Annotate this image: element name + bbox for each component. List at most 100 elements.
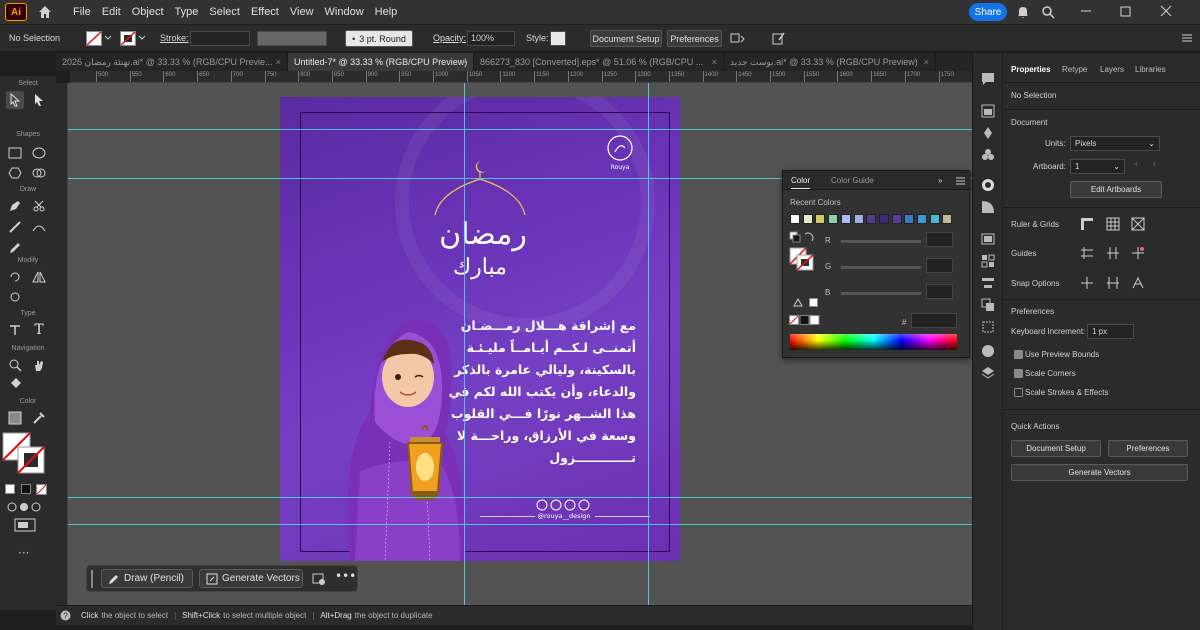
menu-select[interactable]: Select	[209, 6, 240, 18]
scissors-tool[interactable]	[30, 197, 48, 215]
transparency-icon[interactable]	[980, 253, 996, 269]
tab-document-1[interactable]: تهنئة رمضان 2026.ai* @ 33.33 % (RGB/CPU …	[56, 53, 288, 71]
menu-type[interactable]: Type	[175, 6, 199, 18]
out-of-gamut-icon[interactable]	[793, 298, 803, 307]
opacity-field[interactable]: 100%	[467, 31, 515, 46]
gradient-mode-swatch[interactable]	[21, 484, 31, 494]
hand-tool[interactable]	[30, 356, 48, 374]
fill-stroke-swatches[interactable]	[2, 432, 46, 474]
paintbrush-tool[interactable]	[6, 218, 24, 236]
zoom-tool[interactable]	[6, 356, 24, 374]
shape-builder-tool[interactable]	[30, 164, 48, 182]
preferences-button[interactable]: Preferences	[667, 30, 722, 47]
search-icon[interactable]	[1041, 5, 1055, 19]
rectangle-tool[interactable]	[6, 144, 24, 162]
chevron-down-icon[interactable]	[104, 35, 112, 41]
green-slider[interactable]	[841, 266, 921, 269]
rotate-tool[interactable]	[6, 268, 24, 286]
menu-help[interactable]: Help	[375, 6, 398, 18]
align-icon[interactable]	[980, 275, 996, 291]
none-black-white-swatches[interactable]	[789, 315, 821, 326]
blue-value-field[interactable]	[926, 284, 953, 299]
panel-menu-icon[interactable]	[956, 177, 965, 185]
quick-preferences-button[interactable]: Preferences	[1108, 440, 1188, 457]
pen-tool[interactable]	[6, 197, 24, 215]
puppet-icon[interactable]	[980, 125, 996, 141]
selection-tool[interactable]	[6, 91, 24, 109]
draw-pencil-button[interactable]: Draw (Pencil)	[101, 569, 193, 588]
stroke-label[interactable]: Stroke:	[160, 33, 189, 43]
recent-color-swatch[interactable]	[853, 214, 864, 224]
help-icon[interactable]: ?	[60, 610, 71, 621]
width-tool[interactable]	[6, 288, 24, 306]
blue-slider[interactable]	[841, 292, 921, 295]
minimize-icon[interactable]	[1078, 3, 1094, 19]
recent-color-swatch[interactable]	[891, 214, 902, 224]
type-tool[interactable]: T	[30, 321, 48, 339]
menu-object[interactable]: Object	[132, 6, 164, 18]
draw-mode-icons[interactable]	[6, 500, 42, 514]
recent-color-swatch[interactable]	[904, 214, 915, 224]
color-mode-swatch[interactable]	[5, 484, 15, 494]
document-setup-button[interactable]: Document Setup	[590, 30, 662, 47]
fill-stroke-indicator[interactable]	[789, 247, 815, 271]
recent-color-swatch[interactable]	[942, 214, 953, 224]
more-tools-icon[interactable]: ···	[18, 546, 29, 560]
snap-to-glyph-icon[interactable]	[1131, 276, 1145, 290]
quick-generate-vectors-button[interactable]: Generate Vectors	[1011, 464, 1188, 481]
red-value-field[interactable]	[926, 232, 953, 247]
stroke-swatch-icon[interactable]	[120, 31, 136, 46]
tab-color-guide[interactable]: Color Guide	[831, 176, 874, 185]
type-on-path-tool[interactable]	[6, 321, 24, 339]
smart-guides-icon[interactable]	[1131, 246, 1145, 260]
tab-document-2[interactable]: Untitled-7* @ 33.33 % (RGB/CPU Preview) ×	[288, 53, 474, 71]
reflect-tool[interactable]	[30, 268, 48, 286]
more-options-icon[interactable]: •••	[335, 569, 356, 583]
none-mode-swatch[interactable]	[36, 484, 47, 495]
red-slider[interactable]	[841, 240, 921, 243]
brush-dropdown[interactable]: • 3 pt. Round	[345, 30, 413, 47]
transform-icon[interactable]	[980, 319, 996, 335]
drag-handle[interactable]	[91, 570, 93, 588]
recent-color-swatch[interactable]	[790, 214, 800, 224]
bell-icon[interactable]	[1016, 5, 1030, 19]
libraries-icon[interactable]	[980, 103, 996, 119]
restore-icon[interactable]	[1118, 3, 1134, 19]
snap-to-point-icon[interactable]	[1080, 276, 1094, 290]
close-window-icon[interactable]	[1158, 3, 1174, 19]
show-guides-icon[interactable]	[1080, 246, 1094, 260]
snap-to-pixel-icon[interactable]	[1106, 276, 1120, 290]
panel-menu-icon[interactable]	[1180, 31, 1194, 45]
stroke-panel-icon[interactable]	[980, 231, 996, 247]
close-icon[interactable]: ×	[276, 53, 281, 71]
menu-window[interactable]: Window	[325, 6, 364, 18]
next-artboard-icon[interactable]: ›	[1153, 159, 1156, 168]
tab-layers[interactable]: Layers	[1100, 65, 1124, 74]
use-preview-bounds-checkbox[interactable]	[1014, 350, 1023, 359]
menu-file[interactable]: File	[73, 6, 91, 18]
layers-icon[interactable]	[980, 365, 996, 381]
menu-edit[interactable]: Edit	[102, 6, 121, 18]
image-trace-icon[interactable]	[312, 572, 326, 586]
recent-color-swatch[interactable]	[866, 214, 877, 224]
close-icon[interactable]: ×	[462, 53, 467, 71]
close-icon[interactable]: ×	[712, 53, 717, 71]
scale-strokes-checkbox[interactable]	[1014, 388, 1023, 397]
recent-color-swatch[interactable]	[878, 214, 889, 224]
quick-document-setup-button[interactable]: Document Setup	[1011, 440, 1101, 457]
scale-corners-checkbox[interactable]	[1014, 369, 1023, 378]
recent-color-swatch[interactable]	[802, 214, 813, 224]
guide-horizontal[interactable]	[68, 497, 972, 498]
tab-properties[interactable]: Properties	[1011, 65, 1051, 74]
gradient-panel-icon[interactable]	[980, 199, 996, 215]
recent-color-swatch[interactable]	[840, 214, 851, 224]
previous-artboard-icon[interactable]: ‹	[1135, 159, 1138, 168]
stroke-weight-field[interactable]	[190, 31, 250, 46]
pencil-tool[interactable]	[6, 239, 24, 257]
opacity-label[interactable]: Opacity:	[433, 33, 466, 43]
tab-retype[interactable]: Retype	[1062, 65, 1087, 74]
guide-vertical[interactable]	[648, 83, 649, 610]
fill-swatch-icon[interactable]	[86, 31, 102, 46]
polygon-tool[interactable]	[6, 164, 24, 182]
guide-horizontal[interactable]	[68, 524, 972, 525]
